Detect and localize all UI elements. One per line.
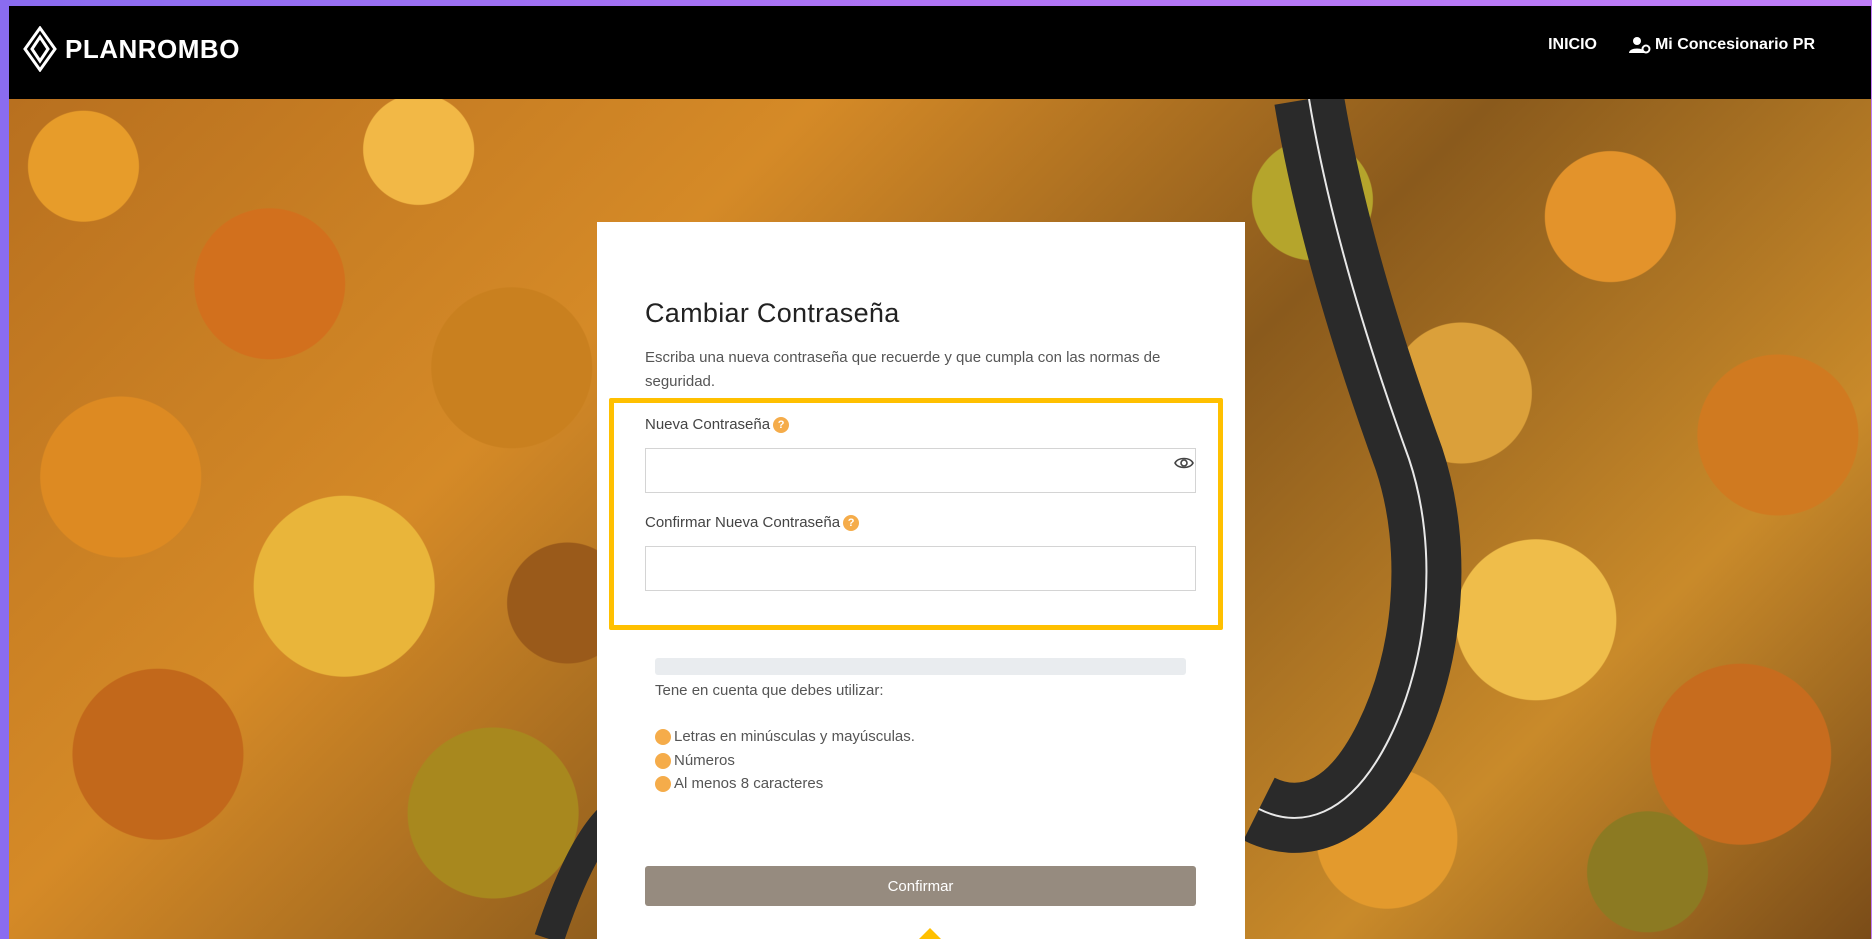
- new-password-label: Nueva Contraseña ?: [645, 416, 790, 433]
- app-frame: PLANROMBO INICIO Mi Concesionario PR Cam…: [9, 6, 1871, 939]
- confirm-password-input[interactable]: [645, 546, 1196, 591]
- nav-mi-concesionario[interactable]: Mi Concesionario PR: [1628, 36, 1815, 54]
- user-gear-icon: [1628, 37, 1651, 54]
- status-dot-icon: [655, 775, 671, 792]
- requirement-item: Números: [655, 752, 735, 769]
- nav-inicio-label: INICIO: [1548, 36, 1597, 53]
- password-strength-bar: [655, 658, 1186, 675]
- new-password-label-text: Nueva Contraseña: [645, 416, 771, 433]
- confirm-password-label: Confirmar Nueva Contraseña ?: [645, 514, 860, 531]
- confirm-button[interactable]: Confirmar: [645, 866, 1196, 906]
- help-icon[interactable]: ?: [843, 514, 860, 531]
- page-title: Cambiar Contraseña: [645, 298, 900, 328]
- top-nav: INICIO Mi Concesionario PR: [1548, 36, 1815, 54]
- requirements-note: Tene en cuenta que debes utilizar:: [655, 682, 884, 699]
- requirement-text: Letras en minúsculas y mayúsculas.: [674, 728, 915, 745]
- status-dot-icon: [655, 728, 671, 745]
- confirm-password-label-text: Confirmar Nueva Contraseña: [645, 514, 841, 531]
- status-dot-icon: [655, 752, 671, 769]
- help-icon[interactable]: ?: [773, 416, 790, 433]
- rhombus-logo-icon: [23, 26, 57, 72]
- nav-inicio[interactable]: INICIO: [1548, 36, 1597, 54]
- requirement-item: Letras en minúsculas y mayúsculas.: [655, 728, 915, 745]
- new-password-input[interactable]: [645, 448, 1196, 493]
- nav-mi-concesionario-label: Mi Concesionario PR: [1654, 36, 1815, 53]
- eye-icon[interactable]: [1174, 456, 1194, 470]
- change-password-card: Cambiar Contraseña Escriba una nueva con…: [597, 222, 1245, 939]
- header: PLANROMBO INICIO Mi Concesionario PR: [9, 6, 1871, 99]
- page-description: Escriba una nueva contraseña que recuerd…: [645, 349, 1161, 390]
- pointer-arrow-icon: [910, 928, 950, 939]
- brand-name: PLANROMBO: [65, 33, 240, 64]
- requirement-text: Al menos 8 caracteres: [674, 775, 824, 792]
- requirement-item: Al menos 8 caracteres: [655, 775, 823, 792]
- requirement-text: Números: [674, 752, 735, 769]
- brand-logo[interactable]: PLANROMBO: [23, 26, 240, 72]
